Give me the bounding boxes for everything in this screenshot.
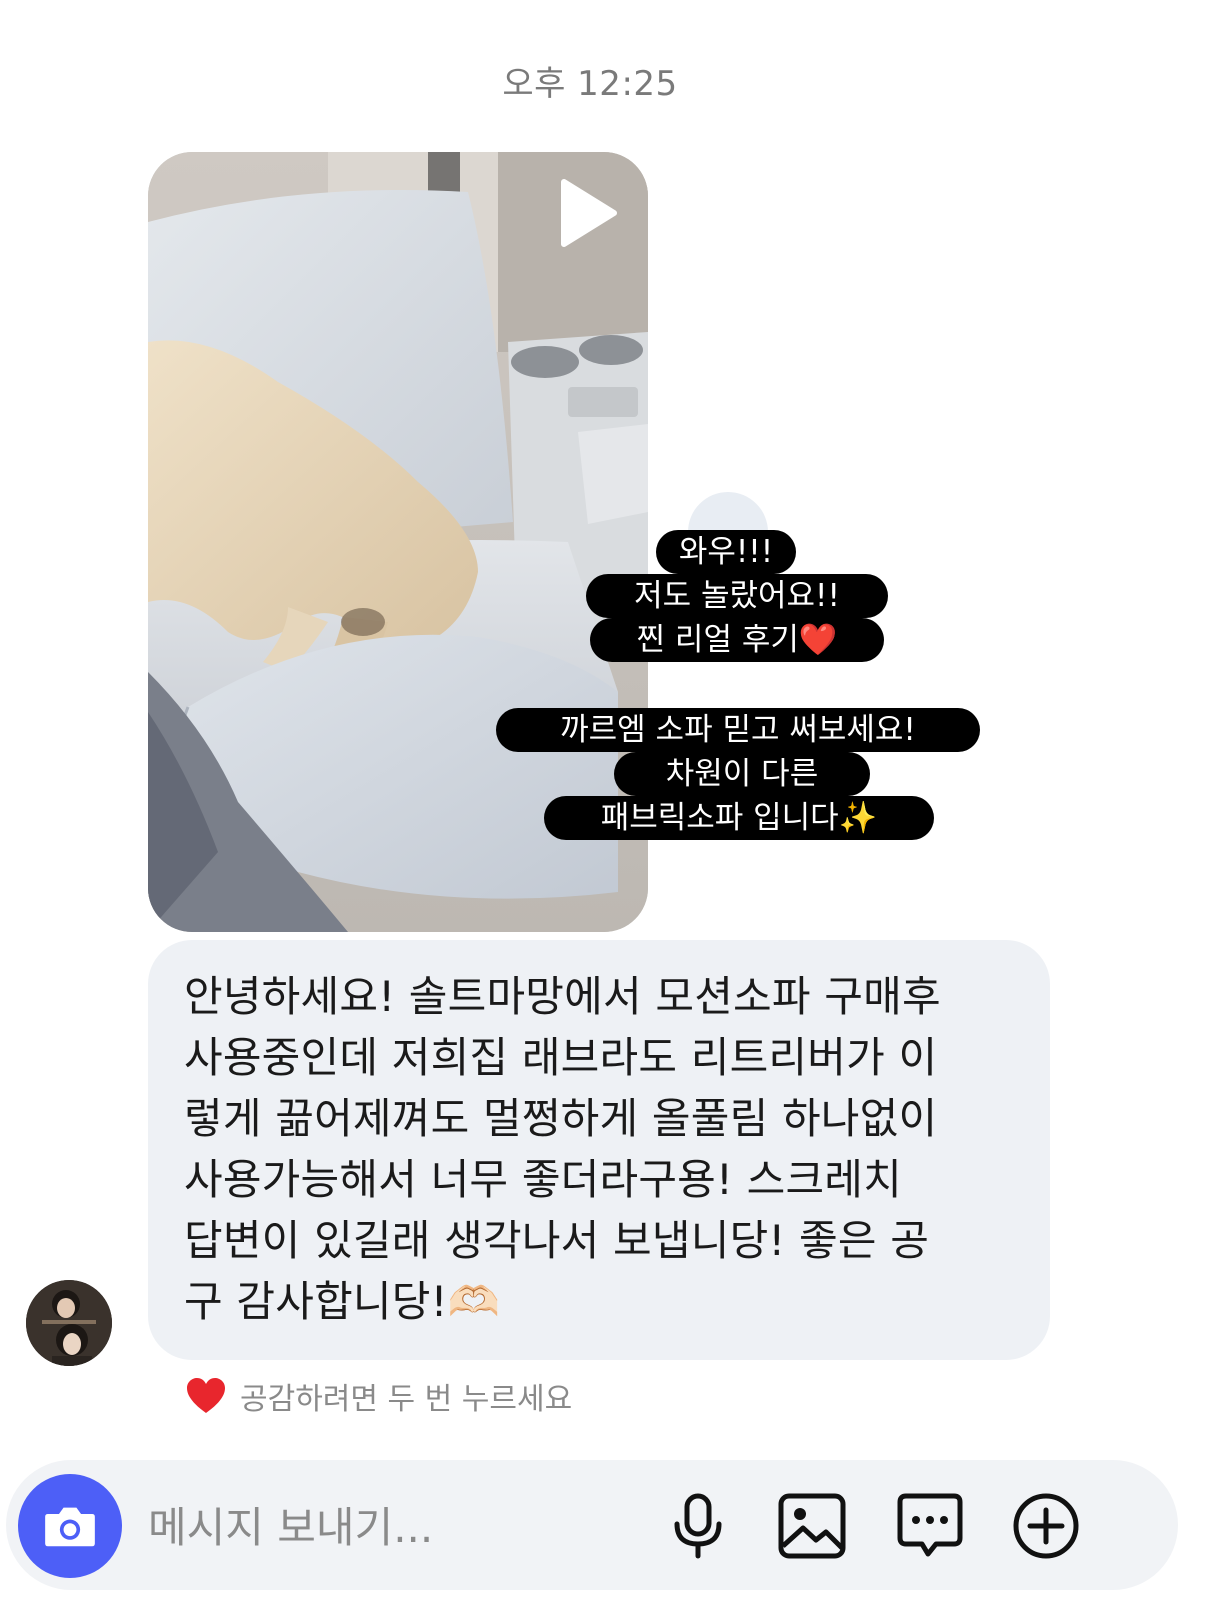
message-input[interactable]	[146, 1498, 650, 1556]
microphone-icon[interactable]	[662, 1490, 734, 1562]
chat-icon[interactable]	[894, 1490, 966, 1562]
message-timestamp: 오후 12:25	[502, 64, 678, 104]
story-caption: 저도 놀랐어요!!	[586, 574, 888, 618]
image-icon[interactable]	[776, 1490, 848, 1562]
reaction-hint-text: 공감하려면 두 번 누르세요	[240, 1382, 573, 1417]
story-caption: 차원이 다른	[614, 752, 870, 796]
plus-circle-icon[interactable]	[1010, 1490, 1082, 1562]
message-text: 안녕하세요! 솔트마망에서 모션소파 구매후 사용중인데 저희집 래브라도 리트…	[184, 972, 941, 1326]
reaction-hint: 공감하려면 두 번 누르세요	[186, 1372, 572, 1420]
sender-avatar[interactable]	[26, 1280, 112, 1366]
story-caption: 와우!!!	[656, 530, 796, 574]
camera-icon	[45, 1507, 95, 1547]
story-caption: 까르엠 소파 믿고 써보세요!	[496, 708, 980, 752]
story-caption: 찐 리얼 후기❤️	[590, 618, 884, 662]
story-caption: 패브릭소파 입니다✨	[544, 796, 934, 840]
heart-icon[interactable]	[186, 1377, 226, 1415]
avatar-image	[26, 1280, 112, 1366]
camera-button[interactable]	[18, 1474, 122, 1578]
received-message-bubble[interactable]: 안녕하세요! 솔트마망에서 모션소파 구매후 사용중인데 저희집 래브라도 리트…	[148, 940, 1050, 1360]
message-composer	[6, 1460, 1178, 1590]
reaction-indicator	[688, 492, 768, 532]
play-icon[interactable]	[554, 178, 620, 248]
